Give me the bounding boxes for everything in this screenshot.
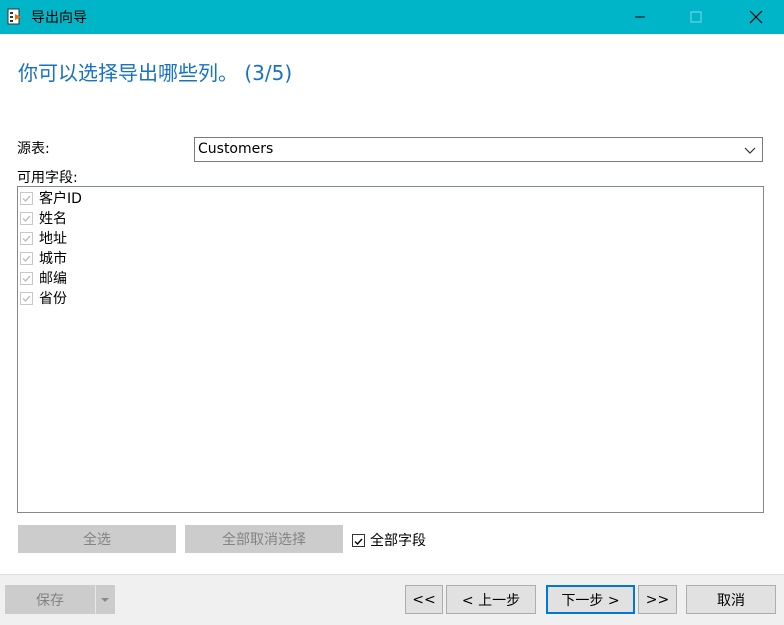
list-item[interactable]: 姓名: [20, 208, 67, 228]
minimize-icon: [635, 16, 645, 18]
first-step-button[interactable]: <<: [405, 585, 443, 614]
field-checkbox[interactable]: [20, 251, 33, 265]
available-fields-list[interactable]: 客户ID 姓名 地址 城市 邮编 省份: [17, 186, 764, 513]
save-button[interactable]: 保存: [5, 585, 95, 614]
select-all-button[interactable]: 全选: [18, 525, 176, 553]
field-checkbox[interactable]: [20, 211, 33, 225]
source-table-value: Customers: [198, 141, 274, 157]
available-fields-label: 可用字段:: [17, 170, 78, 186]
list-item[interactable]: 邮编: [20, 268, 67, 288]
field-label: 邮编: [39, 271, 67, 287]
field-label: 地址: [39, 231, 67, 247]
step-heading: 你可以选择导出哪些列。 (3/5): [18, 61, 293, 85]
maximize-button[interactable]: [668, 0, 724, 34]
close-button[interactable]: [728, 0, 784, 34]
field-checkbox[interactable]: [20, 231, 33, 245]
field-label: 省份: [39, 291, 67, 307]
field-checkbox[interactable]: [20, 291, 33, 305]
field-checkbox[interactable]: [20, 271, 33, 285]
all-fields-checkbox[interactable]: [352, 533, 365, 547]
source-table-dropdown[interactable]: Customers: [194, 137, 763, 162]
chevron-down-icon: [744, 147, 756, 154]
list-item[interactable]: 地址: [20, 228, 67, 248]
close-icon: [749, 10, 763, 24]
export-wizard-icon: [7, 8, 21, 25]
list-item[interactable]: 城市: [20, 248, 67, 268]
chevron-down-icon: [101, 597, 109, 602]
save-dropdown-button[interactable]: [95, 585, 115, 614]
list-item[interactable]: 省份: [20, 288, 67, 308]
last-step-button[interactable]: >>: [638, 585, 677, 614]
window-title: 导出向导: [31, 10, 87, 26]
deselect-all-button[interactable]: 全部取消选择: [185, 525, 343, 553]
field-label: 客户ID: [39, 191, 82, 207]
all-fields-label: 全部字段: [370, 533, 426, 549]
field-label: 城市: [39, 251, 67, 267]
cancel-button[interactable]: 取消: [686, 585, 776, 614]
source-table-label: 源表:: [17, 141, 50, 157]
minimize-button[interactable]: [612, 0, 668, 34]
maximize-icon: [690, 11, 702, 23]
field-label: 姓名: [39, 211, 67, 227]
field-checkbox[interactable]: [20, 191, 33, 205]
title-bar: 导出向导: [0, 0, 784, 34]
list-item[interactable]: 客户ID: [20, 188, 82, 208]
next-step-button[interactable]: 下一步 >: [546, 585, 635, 614]
all-fields-toggle[interactable]: 全部字段: [352, 530, 426, 550]
previous-step-button[interactable]: < 上一步: [446, 585, 536, 614]
